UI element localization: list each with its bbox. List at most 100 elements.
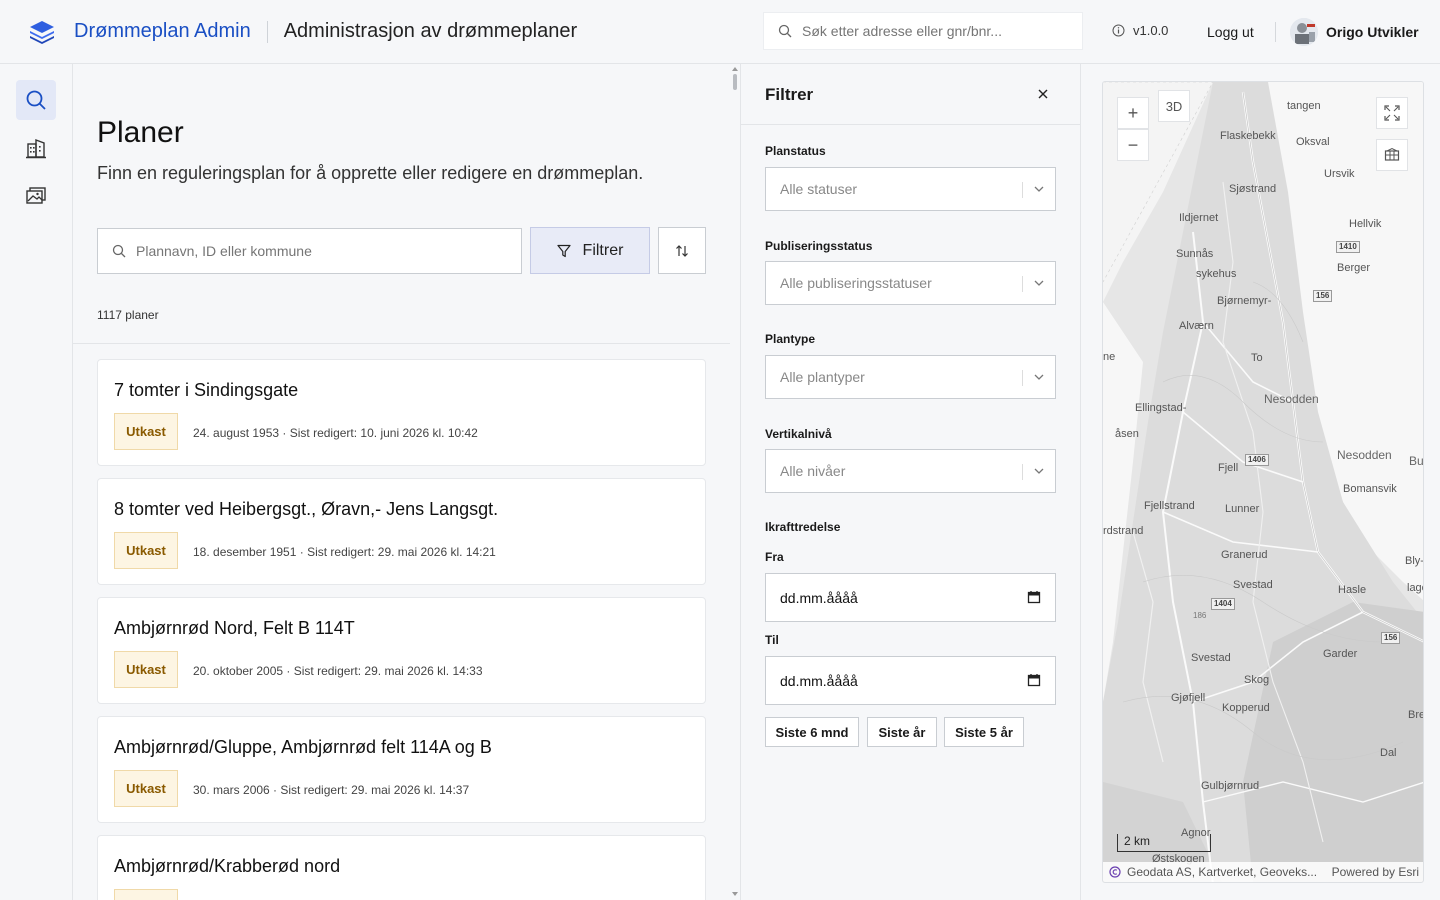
scroll-up-icon[interactable]	[731, 66, 739, 72]
calendar-icon[interactable]	[1027, 673, 1041, 687]
plans-list-panel: Planer Finn en reguleringsplan for å opp…	[73, 64, 730, 900]
map-place-label: Bly-	[1405, 555, 1424, 567]
plan-card[interactable]: Ambjørnrød Nord, Felt B 114T Utkast 20. …	[97, 597, 706, 704]
brand-name[interactable]: Drømmeplan Admin	[74, 20, 251, 43]
plan-card[interactable]: 8 tomter ved Heibergsgt., Øravn,- Jens L…	[97, 478, 706, 585]
search-icon	[26, 90, 46, 110]
scroll-down-icon[interactable]	[731, 891, 739, 897]
plan-card[interactable]: 7 tomter i Sindingsgate Utkast 24. augus…	[97, 359, 706, 466]
map-place-label: Kopperud	[1222, 702, 1270, 714]
plan-title: Ambjørnrød Nord, Felt B 114T	[114, 618, 355, 638]
list-divider	[73, 343, 730, 344]
nav-search[interactable]	[16, 80, 56, 120]
ikraft-label: Ikrafttredelse	[765, 520, 841, 534]
publisering-value: Alle publiseringsstatuser	[780, 275, 932, 291]
plan-meta: 20. oktober 2005 · Sist redigert: 29. ma…	[193, 664, 483, 678]
attribution-text: Geodata AS, Kartverket, Geoveks...	[1127, 865, 1318, 879]
nav-buildings[interactable]	[16, 128, 56, 168]
plan-meta: 24. august 1953 · Sist redigert: 10. jun…	[193, 426, 478, 440]
plantype-label: Plantype	[765, 332, 816, 346]
page-title: Planer	[97, 116, 184, 149]
planstatus-select[interactable]: Alle statuser	[765, 167, 1056, 211]
calendar-icon[interactable]	[1027, 590, 1041, 604]
map-place-label: lage	[1407, 582, 1423, 594]
map-place-label: Fjellstrand	[1144, 500, 1195, 512]
map-place-label: Fjell	[1218, 462, 1239, 474]
sort-arrows-icon	[676, 244, 688, 257]
road-number: 156	[1381, 632, 1401, 644]
vertikal-label: Vertikalnivå	[765, 427, 832, 441]
basemap-toggle-button[interactable]	[1376, 139, 1408, 171]
address-search[interactable]	[763, 12, 1083, 50]
map-place-label: To	[1251, 352, 1263, 364]
logout-button[interactable]: Logg ut	[1207, 24, 1254, 40]
plan-title: Ambjørnrød/Gluppe, Ambjørnrød felt 114A …	[114, 737, 492, 757]
plan-search[interactable]	[97, 228, 522, 274]
road-number: 1406	[1245, 454, 1269, 466]
map-place-label: Bu	[1409, 454, 1424, 468]
plan-meta: 30. mars 2006 · Sist redigert: 29. mai 2…	[193, 783, 470, 797]
nav-images[interactable]	[16, 176, 56, 216]
version-label: v1.0.0	[1133, 23, 1169, 38]
map-view[interactable]: + − 3D tangen Flaskebekk Oksval Ursvik S…	[1102, 81, 1424, 883]
map-place-label: ne	[1103, 351, 1116, 363]
list-scrollbar[interactable]	[730, 64, 740, 900]
quick-1-year-button[interactable]: Siste år	[867, 717, 937, 747]
map-scale-label: 2 km	[1124, 834, 1151, 848]
planstatus-label: Planstatus	[765, 144, 826, 158]
user-menu[interactable]: Origo Utvikler	[1290, 18, 1419, 46]
map-attribution[interactable]: Geodata AS, Kartverket, Geoveks... Power…	[1103, 862, 1423, 882]
fullscreen-button[interactable]	[1376, 97, 1408, 129]
filter-panel: Filtrer Planstatus Alle statuser Publise…	[740, 64, 1081, 900]
map-place-label: Granerud	[1221, 549, 1268, 561]
plan-title: 7 tomter i Sindingsgate	[114, 380, 299, 400]
map-place-label: Ellingstad-	[1135, 402, 1187, 414]
powered-by-esri[interactable]: Powered by Esri	[1332, 865, 1419, 879]
plan-meta: 18. desember 1951 · Sist redigert: 29. m…	[193, 545, 496, 559]
info-icon	[1112, 24, 1125, 37]
map-place-label: Hellvik	[1349, 218, 1382, 230]
vertikal-select[interactable]: Alle nivåer	[765, 449, 1056, 493]
layers-logo-icon	[30, 20, 54, 44]
close-icon[interactable]	[1035, 86, 1051, 102]
chevron-down-icon	[1034, 186, 1044, 192]
map-place-label: Gjøfjell	[1171, 692, 1206, 704]
filter-button-label: Filtrer	[582, 241, 624, 259]
address-search-input[interactable]	[802, 23, 1062, 39]
chevron-down-icon	[1034, 468, 1044, 474]
til-date-input[interactable]: dd.mm.åååå	[765, 656, 1056, 705]
map-place-label: Flaskebekk	[1220, 130, 1276, 142]
brand[interactable]: Drømmeplan Admin	[0, 18, 251, 46]
filter-panel-title: Filtrer	[765, 85, 814, 104]
sort-button[interactable]	[658, 227, 706, 274]
scroll-thumb[interactable]	[733, 74, 737, 90]
zoom-out-button[interactable]: −	[1117, 129, 1149, 161]
app-header: Drømmeplan Admin Administrasjon av drømm…	[0, 0, 1440, 64]
filter-panel-header: Filtrer	[741, 64, 1080, 125]
fra-label: Fra	[765, 550, 784, 564]
status-badge: Utkast	[114, 651, 178, 688]
funnel-icon	[556, 244, 571, 257]
plan-card[interactable]: Ambjørnrød/Krabberød nord	[97, 835, 706, 900]
fra-date-input[interactable]: dd.mm.åååå	[765, 573, 1056, 622]
toggle-3d-button[interactable]: 3D	[1158, 90, 1190, 122]
search-icon	[778, 24, 792, 38]
status-badge: Utkast	[114, 413, 178, 450]
map-place-label: Nesodden	[1264, 392, 1319, 406]
map-place-label: Ursvik	[1324, 168, 1355, 180]
vertikal-value: Alle nivåer	[780, 463, 846, 479]
map-place-label: Svestad	[1233, 579, 1273, 591]
zoom-in-button[interactable]: +	[1117, 97, 1149, 129]
map-place-label: Gulbjørnrud	[1201, 780, 1260, 792]
quick-5-years-button[interactable]: Siste 5 år	[944, 717, 1024, 747]
map-place-label: Skog	[1244, 674, 1270, 686]
plan-card[interactable]: Ambjørnrød/Gluppe, Ambjørnrød felt 114A …	[97, 716, 706, 823]
publisering-select[interactable]: Alle publiseringsstatuser	[765, 261, 1056, 305]
filter-button[interactable]: Filtrer	[530, 227, 650, 274]
version-info[interactable]: v1.0.0	[1112, 23, 1168, 38]
plan-search-input[interactable]	[136, 243, 506, 259]
map-place-label: Lunner	[1225, 503, 1260, 515]
building-icon	[26, 138, 46, 159]
plantype-select[interactable]: Alle plantyper	[765, 355, 1056, 399]
quick-6-months-button[interactable]: Siste 6 mnd	[765, 717, 859, 747]
